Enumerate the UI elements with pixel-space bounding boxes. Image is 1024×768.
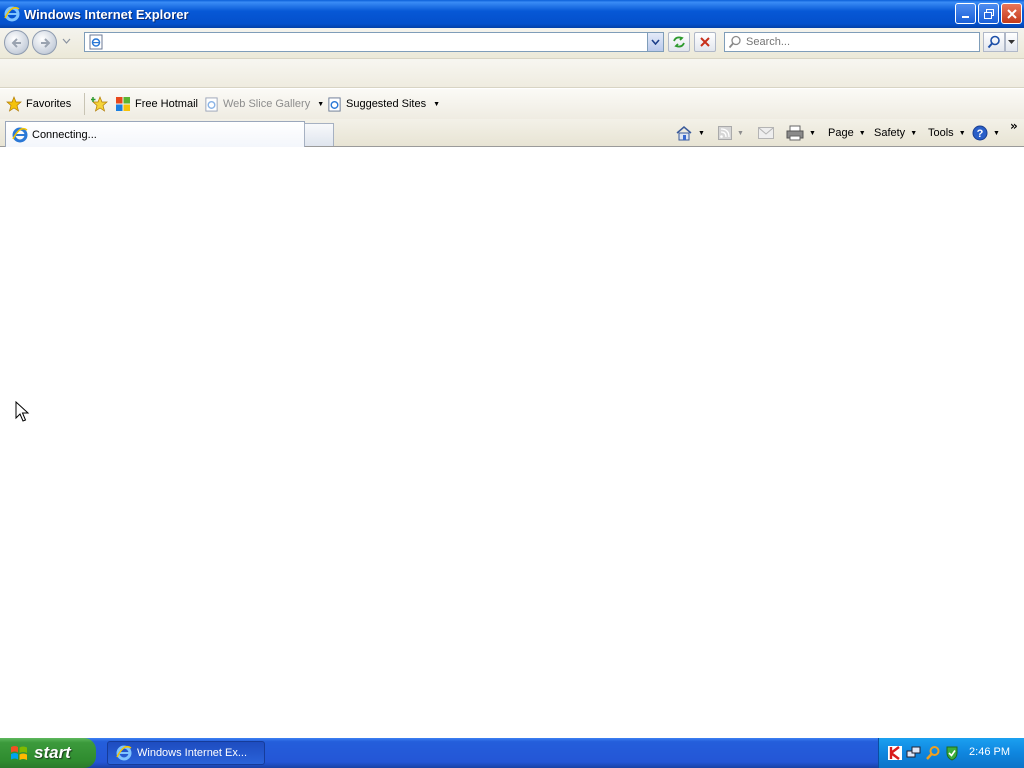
- chevron-down-icon: [1008, 39, 1015, 44]
- tab-row: Connecting... ▼ ▼ ▼ Page ▼ Safety ▼ Tool…: [0, 119, 1024, 148]
- windows-flag-icon: [11, 746, 27, 760]
- refresh-button[interactable]: [668, 32, 690, 52]
- magnifier-icon: [987, 35, 1000, 49]
- title-bar[interactable]: Windows Internet Explorer: [0, 0, 1024, 28]
- antivirus-icon[interactable]: [887, 745, 903, 761]
- page-menu[interactable]: Page ▼: [828, 124, 866, 142]
- forward-button[interactable]: [32, 30, 57, 55]
- taskbar-item-label: Windows Internet Ex...: [137, 747, 248, 759]
- back-button[interactable]: [4, 30, 29, 55]
- mail-icon: [758, 127, 774, 139]
- chevron-down-icon: ▼: [317, 100, 325, 108]
- help-menu[interactable]: ? ▼: [972, 124, 1000, 142]
- search-button[interactable]: [983, 32, 1005, 52]
- address-dropdown-button[interactable]: [647, 33, 663, 51]
- tools-menu[interactable]: Tools ▼: [928, 124, 966, 142]
- chevron-down-icon: ▼: [698, 129, 705, 137]
- page-icon: [89, 34, 103, 50]
- chevron-down-icon: ▼: [433, 100, 441, 108]
- page-menu-label: Page: [828, 127, 854, 139]
- minimize-icon: [961, 15, 969, 18]
- favorites-bar: Favorites Free Hotmail Web Slice Gallery…: [0, 89, 1024, 119]
- stop-button[interactable]: [694, 32, 716, 52]
- printer-icon: [786, 125, 804, 141]
- windows-logo-icon: [116, 97, 130, 111]
- print-button[interactable]: ▼: [786, 124, 816, 142]
- ie-page-icon: [205, 96, 218, 112]
- safety-menu[interactable]: Safety ▼: [874, 124, 917, 142]
- chevron-down-icon: ▼: [958, 129, 966, 137]
- favorites-separator: [84, 93, 85, 115]
- forward-arrow-icon: [40, 37, 50, 48]
- start-button[interactable]: start: [0, 738, 96, 768]
- menu-band: [0, 58, 1024, 88]
- chevron-down-icon: ▼: [858, 129, 866, 137]
- favorites-button[interactable]: Favorites: [6, 95, 71, 113]
- fav-item-label: Free Hotmail: [135, 98, 198, 110]
- feeds-button[interactable]: ▼: [718, 124, 744, 142]
- add-favorite-star-icon: [91, 96, 108, 112]
- ie-page-icon: [328, 96, 341, 112]
- read-mail-button[interactable]: [758, 124, 774, 142]
- start-label: start: [34, 743, 71, 762]
- fav-item-label: Web Slice Gallery: [223, 98, 311, 110]
- fav-item-free-hotmail[interactable]: Free Hotmail: [115, 95, 198, 113]
- new-tab-button[interactable]: [304, 123, 334, 146]
- home-icon: [676, 126, 692, 141]
- chevron-down-icon: ▼: [809, 129, 816, 137]
- chevron-down-icon: ▼: [910, 129, 918, 137]
- recent-pages-dropdown-icon[interactable]: [62, 38, 71, 44]
- add-to-favorites-bar-button[interactable]: [91, 95, 109, 113]
- update-shield-icon[interactable]: [944, 745, 960, 761]
- search-tray-icon[interactable]: [925, 745, 941, 761]
- stop-icon: [700, 37, 710, 47]
- help-icon: ?: [972, 125, 988, 141]
- address-input[interactable]: [107, 34, 637, 50]
- search-options-button[interactable]: [1005, 32, 1018, 52]
- close-button[interactable]: [1001, 3, 1022, 24]
- refresh-icon: [673, 36, 685, 48]
- search-box[interactable]: [724, 32, 980, 52]
- restore-button[interactable]: [978, 3, 999, 24]
- tab-connecting[interactable]: Connecting...: [5, 121, 305, 148]
- chevron-down-icon: [651, 39, 660, 45]
- chevron-down-icon: ▼: [993, 129, 1000, 137]
- network-icon[interactable]: [906, 745, 922, 761]
- tab-label: Connecting...: [32, 129, 97, 141]
- address-bar[interactable]: [84, 32, 664, 52]
- back-arrow-icon: [11, 37, 21, 48]
- navigation-bar: [0, 28, 1024, 58]
- home-button[interactable]: ▼: [675, 124, 705, 142]
- rss-feed-icon: [718, 126, 732, 140]
- ie-logo-icon: [116, 745, 132, 761]
- clock[interactable]: 2:46 PM: [969, 746, 1010, 758]
- minimize-button[interactable]: [955, 3, 976, 24]
- fav-item-label: Suggested Sites: [346, 98, 427, 110]
- ie-logo-icon: [4, 6, 20, 22]
- window-title: Windows Internet Explorer: [24, 6, 189, 22]
- safety-menu-label: Safety: [874, 127, 906, 139]
- tools-menu-label: Tools: [928, 127, 954, 139]
- page-content[interactable]: [0, 147, 1024, 738]
- fav-item-suggested-sites[interactable]: Suggested Sites ▼: [327, 95, 440, 113]
- fav-item-web-slice-gallery[interactable]: Web Slice Gallery ▼: [204, 95, 324, 113]
- system-tray: 2:46 PM: [878, 738, 1024, 768]
- search-icon: [728, 35, 741, 49]
- taskbar: start Windows Internet Ex... 2:46 PM: [0, 738, 1024, 768]
- taskbar-item-internet-explorer[interactable]: Windows Internet Ex...: [107, 741, 265, 765]
- favorites-label: Favorites: [26, 98, 72, 110]
- favorites-star-icon: [6, 96, 22, 112]
- svg-text:?: ?: [977, 128, 984, 140]
- more-commands-chevron-icon[interactable]: »: [1010, 119, 1018, 133]
- chevron-down-icon: ▼: [737, 129, 744, 137]
- search-input[interactable]: [746, 34, 974, 50]
- restore-icon: [983, 8, 994, 19]
- ie-logo-icon: [12, 127, 28, 143]
- close-icon: [1006, 8, 1017, 19]
- mouse-cursor-icon: [15, 401, 30, 422]
